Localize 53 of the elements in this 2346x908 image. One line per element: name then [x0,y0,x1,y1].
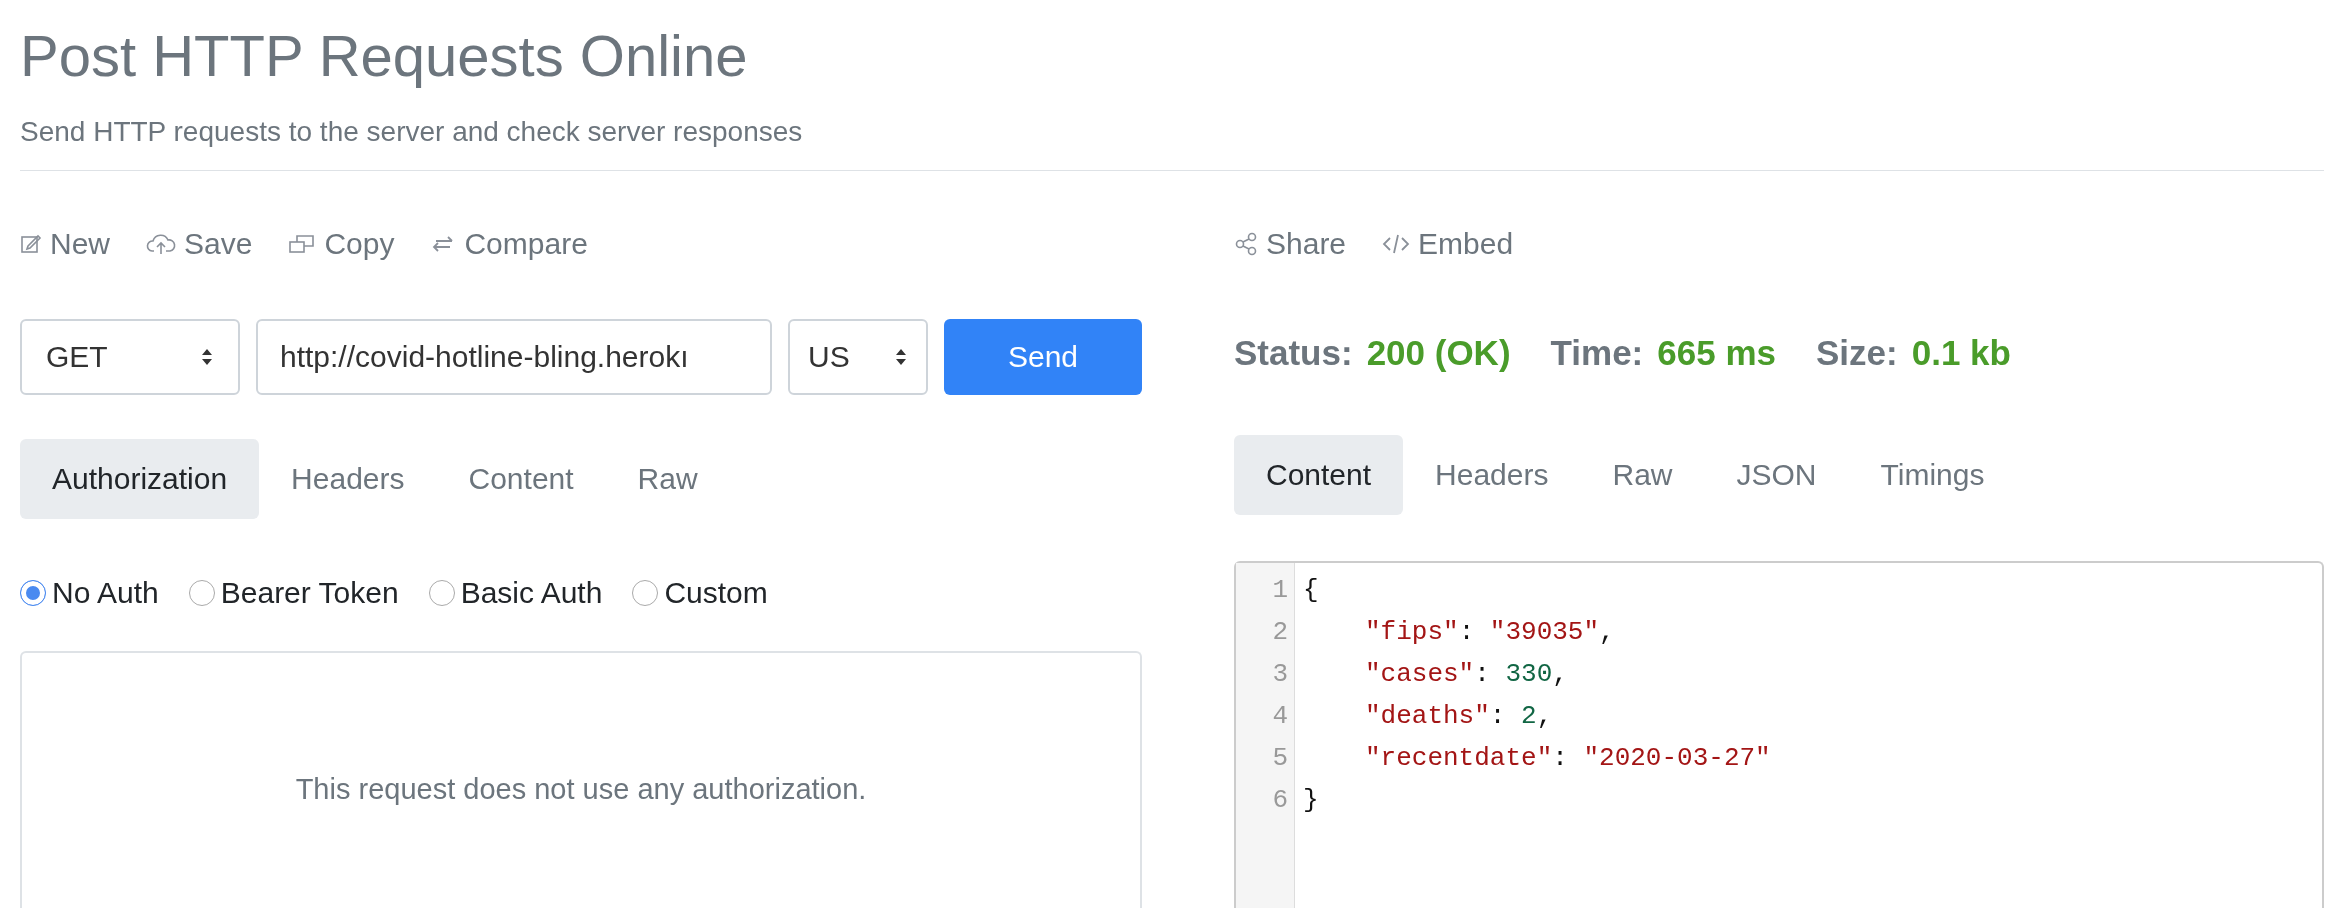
request-tab[interactable]: Content [436,439,606,519]
share-button[interactable]: Share [1234,227,1347,261]
radio-button[interactable] [428,580,455,606]
page-subtitle: Send HTTP requests to the server and check server responses [20,115,804,149]
page-title: Post HTTP Requests Online [20,22,749,90]
send-button[interactable]: Send [944,319,1142,395]
code-line: "cases": 330, [1364,658,1569,691]
edit-icon [20,233,42,255]
auth-option[interactable]: No Auth [20,576,159,610]
line-number: 6 [1271,784,1289,817]
response-tab[interactable]: Timings [1848,435,2017,515]
line-number: 1 [1271,574,1289,607]
cloud-upload-icon [146,233,176,255]
copy-button[interactable]: Copy [288,227,395,261]
request-tab[interactable]: Headers [259,439,437,519]
auth-option[interactable]: Custom [632,576,768,610]
embed-button[interactable]: Embed [1382,227,1514,261]
code-line: "recentdate": "2020-03-27" [1364,742,1771,775]
response-tab[interactable]: Raw [1580,435,1705,515]
auth-option[interactable]: Bearer Token [188,576,399,610]
radio-button[interactable] [20,580,46,606]
line-number: 2 [1271,616,1289,649]
radio-button[interactable] [188,580,215,606]
copy-icon [288,233,317,255]
response-tab[interactable]: JSON [1704,435,1849,515]
method-select[interactable]: GET [20,319,240,395]
stat-value: 200 (OK) [1366,333,1511,373]
share-icon [1234,232,1258,256]
url-field[interactable]: http://covid-hotline-bling.herokı [256,319,772,395]
stat-label: Status: [1234,333,1353,373]
stat-label: Time: [1550,333,1644,373]
region-select[interactable]: US [788,319,928,395]
code-icon [1382,233,1411,255]
request-tab[interactable]: Raw [605,439,730,519]
stat-value: 0.1 kb [1911,333,2011,373]
code-line: "fips": "39035", [1364,616,1616,649]
compare-button[interactable]: Compare [430,227,588,261]
code-line: { [1303,574,1320,607]
auth-option[interactable]: Basic Auth [428,576,603,610]
auth-message: This request does not use any authorization. [295,773,867,807]
line-number: 4 [1271,700,1289,733]
request-tab[interactable]: Authorization [20,439,260,519]
line-number: 3 [1271,658,1289,691]
response-tab[interactable]: Headers [1403,435,1581,515]
line-number: 5 [1271,742,1289,775]
radio-button[interactable] [632,580,659,606]
stat-label: Size: [1816,333,1898,373]
code-line: } [1303,784,1320,817]
response-tab[interactable]: Content [1234,435,1404,515]
new-button[interactable]: New [20,227,110,261]
save-button[interactable]: Save [146,227,253,261]
code-line: "deaths": 2, [1364,700,1554,733]
stat-value: 665 ms [1657,333,1776,373]
